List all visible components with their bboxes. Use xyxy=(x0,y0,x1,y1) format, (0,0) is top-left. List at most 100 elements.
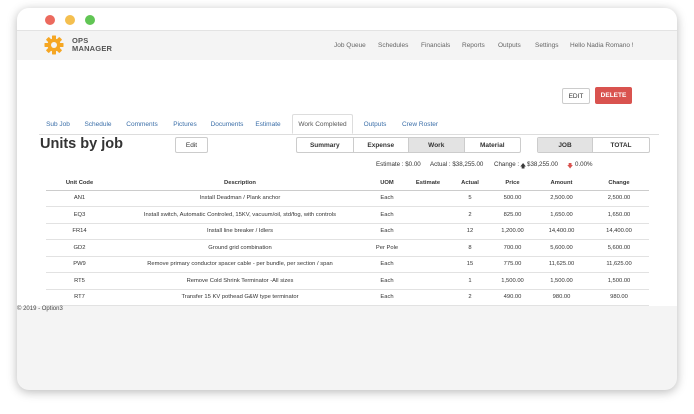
col-actual: Actual xyxy=(449,176,491,191)
cell-unit-code: GD2 xyxy=(46,239,113,257)
nav-outputs[interactable]: Outputs xyxy=(498,42,521,49)
scope-filter: JOB TOTAL xyxy=(537,137,650,153)
table-row[interactable]: AN1 Install Deadman / Plank anchor Each … xyxy=(46,190,649,207)
edit-units-button[interactable]: Edit xyxy=(175,137,208,153)
cell-estimate xyxy=(407,272,449,290)
cell-description: Transfer 15 KV pothead G&W type terminat… xyxy=(113,289,367,306)
table-header-row: Unit Code Description UOM Estimate Actua… xyxy=(46,176,649,191)
cell-price: 700.00 xyxy=(491,239,534,257)
cell-price: 1,200.00 xyxy=(491,223,534,240)
cell-description: Install Deadman / Plank anchor xyxy=(113,190,367,207)
tab-work-completed[interactable]: Work Completed xyxy=(292,114,353,134)
nav-schedules[interactable]: Schedules xyxy=(378,42,408,49)
cell-actual: 15 xyxy=(449,256,491,273)
col-uom: UOM xyxy=(367,176,407,191)
edit-job-button[interactable]: EDIT xyxy=(562,88,590,104)
main-content: EDIT DELETE Sub Job Schedule Comments Pi… xyxy=(17,60,677,306)
units-table: Unit Code Description UOM Estimate Actua… xyxy=(46,176,649,306)
cell-uom: Each xyxy=(367,190,407,207)
table-row[interactable]: EQ3 Install switch, Automatic Controled,… xyxy=(46,206,649,224)
page-footer: © 2019 - Option3 xyxy=(17,306,63,312)
tab-comments[interactable]: Comments xyxy=(123,114,161,134)
cell-description: Install switch, Automatic Controled, 15K… xyxy=(113,206,367,224)
table-row[interactable]: FR14 Install line breaker / Idlers Each … xyxy=(46,223,649,240)
cell-actual: 8 xyxy=(449,239,491,257)
table-row[interactable]: PW9 Remove primary conductor spacer cabl… xyxy=(46,256,649,273)
filter-material[interactable]: Material xyxy=(465,138,521,152)
cell-actual: 1 xyxy=(449,272,491,290)
change-value: $38,255.00 xyxy=(527,161,558,168)
cell-change: 980.00 xyxy=(589,289,649,306)
filter-work[interactable]: Work xyxy=(409,138,465,152)
cell-actual: 2 xyxy=(449,206,491,224)
gear-logo-icon xyxy=(44,35,64,55)
table-row[interactable]: RT5 Remove Cold Shrink Terminator -All s… xyxy=(46,272,649,290)
cell-amount: 1,500.00 xyxy=(534,272,589,290)
filter-total[interactable]: TOTAL xyxy=(593,138,649,152)
nav-job-queue[interactable]: Job Queue xyxy=(334,42,366,49)
col-description: Description xyxy=(113,176,367,191)
close-window-icon[interactable] xyxy=(45,15,55,25)
app-window: OPS MANAGER Job Queue Schedules Financia… xyxy=(17,8,677,390)
cell-uom: Each xyxy=(367,289,407,306)
cell-amount: 5,600.00 xyxy=(534,239,589,257)
cell-unit-code: RT7 xyxy=(46,289,113,306)
delete-job-button[interactable]: DELETE xyxy=(595,87,632,104)
col-estimate: Estimate xyxy=(407,176,449,191)
user-greeting[interactable]: Hello Nadia Romano ! xyxy=(570,42,634,49)
top-navbar: OPS MANAGER Job Queue Schedules Financia… xyxy=(17,30,677,60)
page-title: Units by job xyxy=(40,136,123,152)
tab-pictures[interactable]: Pictures xyxy=(170,114,200,134)
col-unit-code: Unit Code xyxy=(46,176,113,191)
cell-unit-code: PW9 xyxy=(46,256,113,273)
logo-line-2: MANAGER xyxy=(72,44,113,53)
table-row[interactable]: RT7 Transfer 15 KV pothead G&W type term… xyxy=(46,289,649,306)
tab-sub-job[interactable]: Sub Job xyxy=(42,114,74,134)
cell-amount: 14,400.00 xyxy=(534,223,589,240)
filter-summary[interactable]: Summary xyxy=(297,138,354,152)
nav-settings[interactable]: Settings xyxy=(535,42,559,49)
cell-change: 1,500.00 xyxy=(589,272,649,290)
tab-crew-roster[interactable]: Crew Roster xyxy=(398,114,442,134)
cell-change: 11,625.00 xyxy=(589,256,649,273)
cell-amount: 1,650.00 xyxy=(534,206,589,224)
cell-unit-code: RT5 xyxy=(46,272,113,290)
cell-unit-code: FR14 xyxy=(46,223,113,240)
nav-reports[interactable]: Reports xyxy=(462,42,485,49)
cell-actual: 2 xyxy=(449,289,491,306)
app-logo-text: OPS MANAGER xyxy=(72,37,112,53)
tab-outputs[interactable]: Outputs xyxy=(360,114,390,134)
window-titlebar xyxy=(17,8,677,30)
cell-description: Install line breaker / Idlers xyxy=(113,223,367,240)
cell-amount: 11,625.00 xyxy=(534,256,589,273)
cell-amount: 980.00 xyxy=(534,289,589,306)
cell-description: Ground grid combination xyxy=(113,239,367,257)
cell-uom: Each xyxy=(367,206,407,224)
tab-estimate[interactable]: Estimate xyxy=(253,114,283,134)
nav-financials[interactable]: Financials xyxy=(421,42,450,49)
maximize-window-icon[interactable] xyxy=(85,15,95,25)
cell-uom: Each xyxy=(367,272,407,290)
cell-estimate xyxy=(407,256,449,273)
actual-total: Actual : $38,255.00 xyxy=(430,161,484,168)
minimize-window-icon[interactable] xyxy=(65,15,75,25)
cell-price: 500.00 xyxy=(491,190,534,207)
cell-uom: Each xyxy=(367,223,407,240)
tab-documents[interactable]: Documents xyxy=(208,114,246,134)
cell-change: 14,400.00 xyxy=(589,223,649,240)
filter-expense[interactable]: Expense xyxy=(354,138,409,152)
estimate-total: Estimate : $0.00 xyxy=(376,161,421,168)
cell-price: 775.00 xyxy=(491,256,534,273)
change-percent: 0.00% xyxy=(575,161,593,168)
type-filter: Summary Expense Work Material xyxy=(296,137,521,153)
cell-estimate xyxy=(407,223,449,240)
cell-change: 1,650.00 xyxy=(589,206,649,224)
cell-estimate xyxy=(407,289,449,306)
cell-estimate xyxy=(407,206,449,224)
cell-price: 490.00 xyxy=(491,289,534,306)
cell-actual: 5 xyxy=(449,190,491,207)
cell-estimate xyxy=(407,190,449,207)
table-row[interactable]: GD2 Ground grid combination Per Pole 8 7… xyxy=(46,239,649,257)
filter-job[interactable]: JOB xyxy=(538,138,594,152)
tab-schedule[interactable]: Schedule xyxy=(82,114,114,134)
